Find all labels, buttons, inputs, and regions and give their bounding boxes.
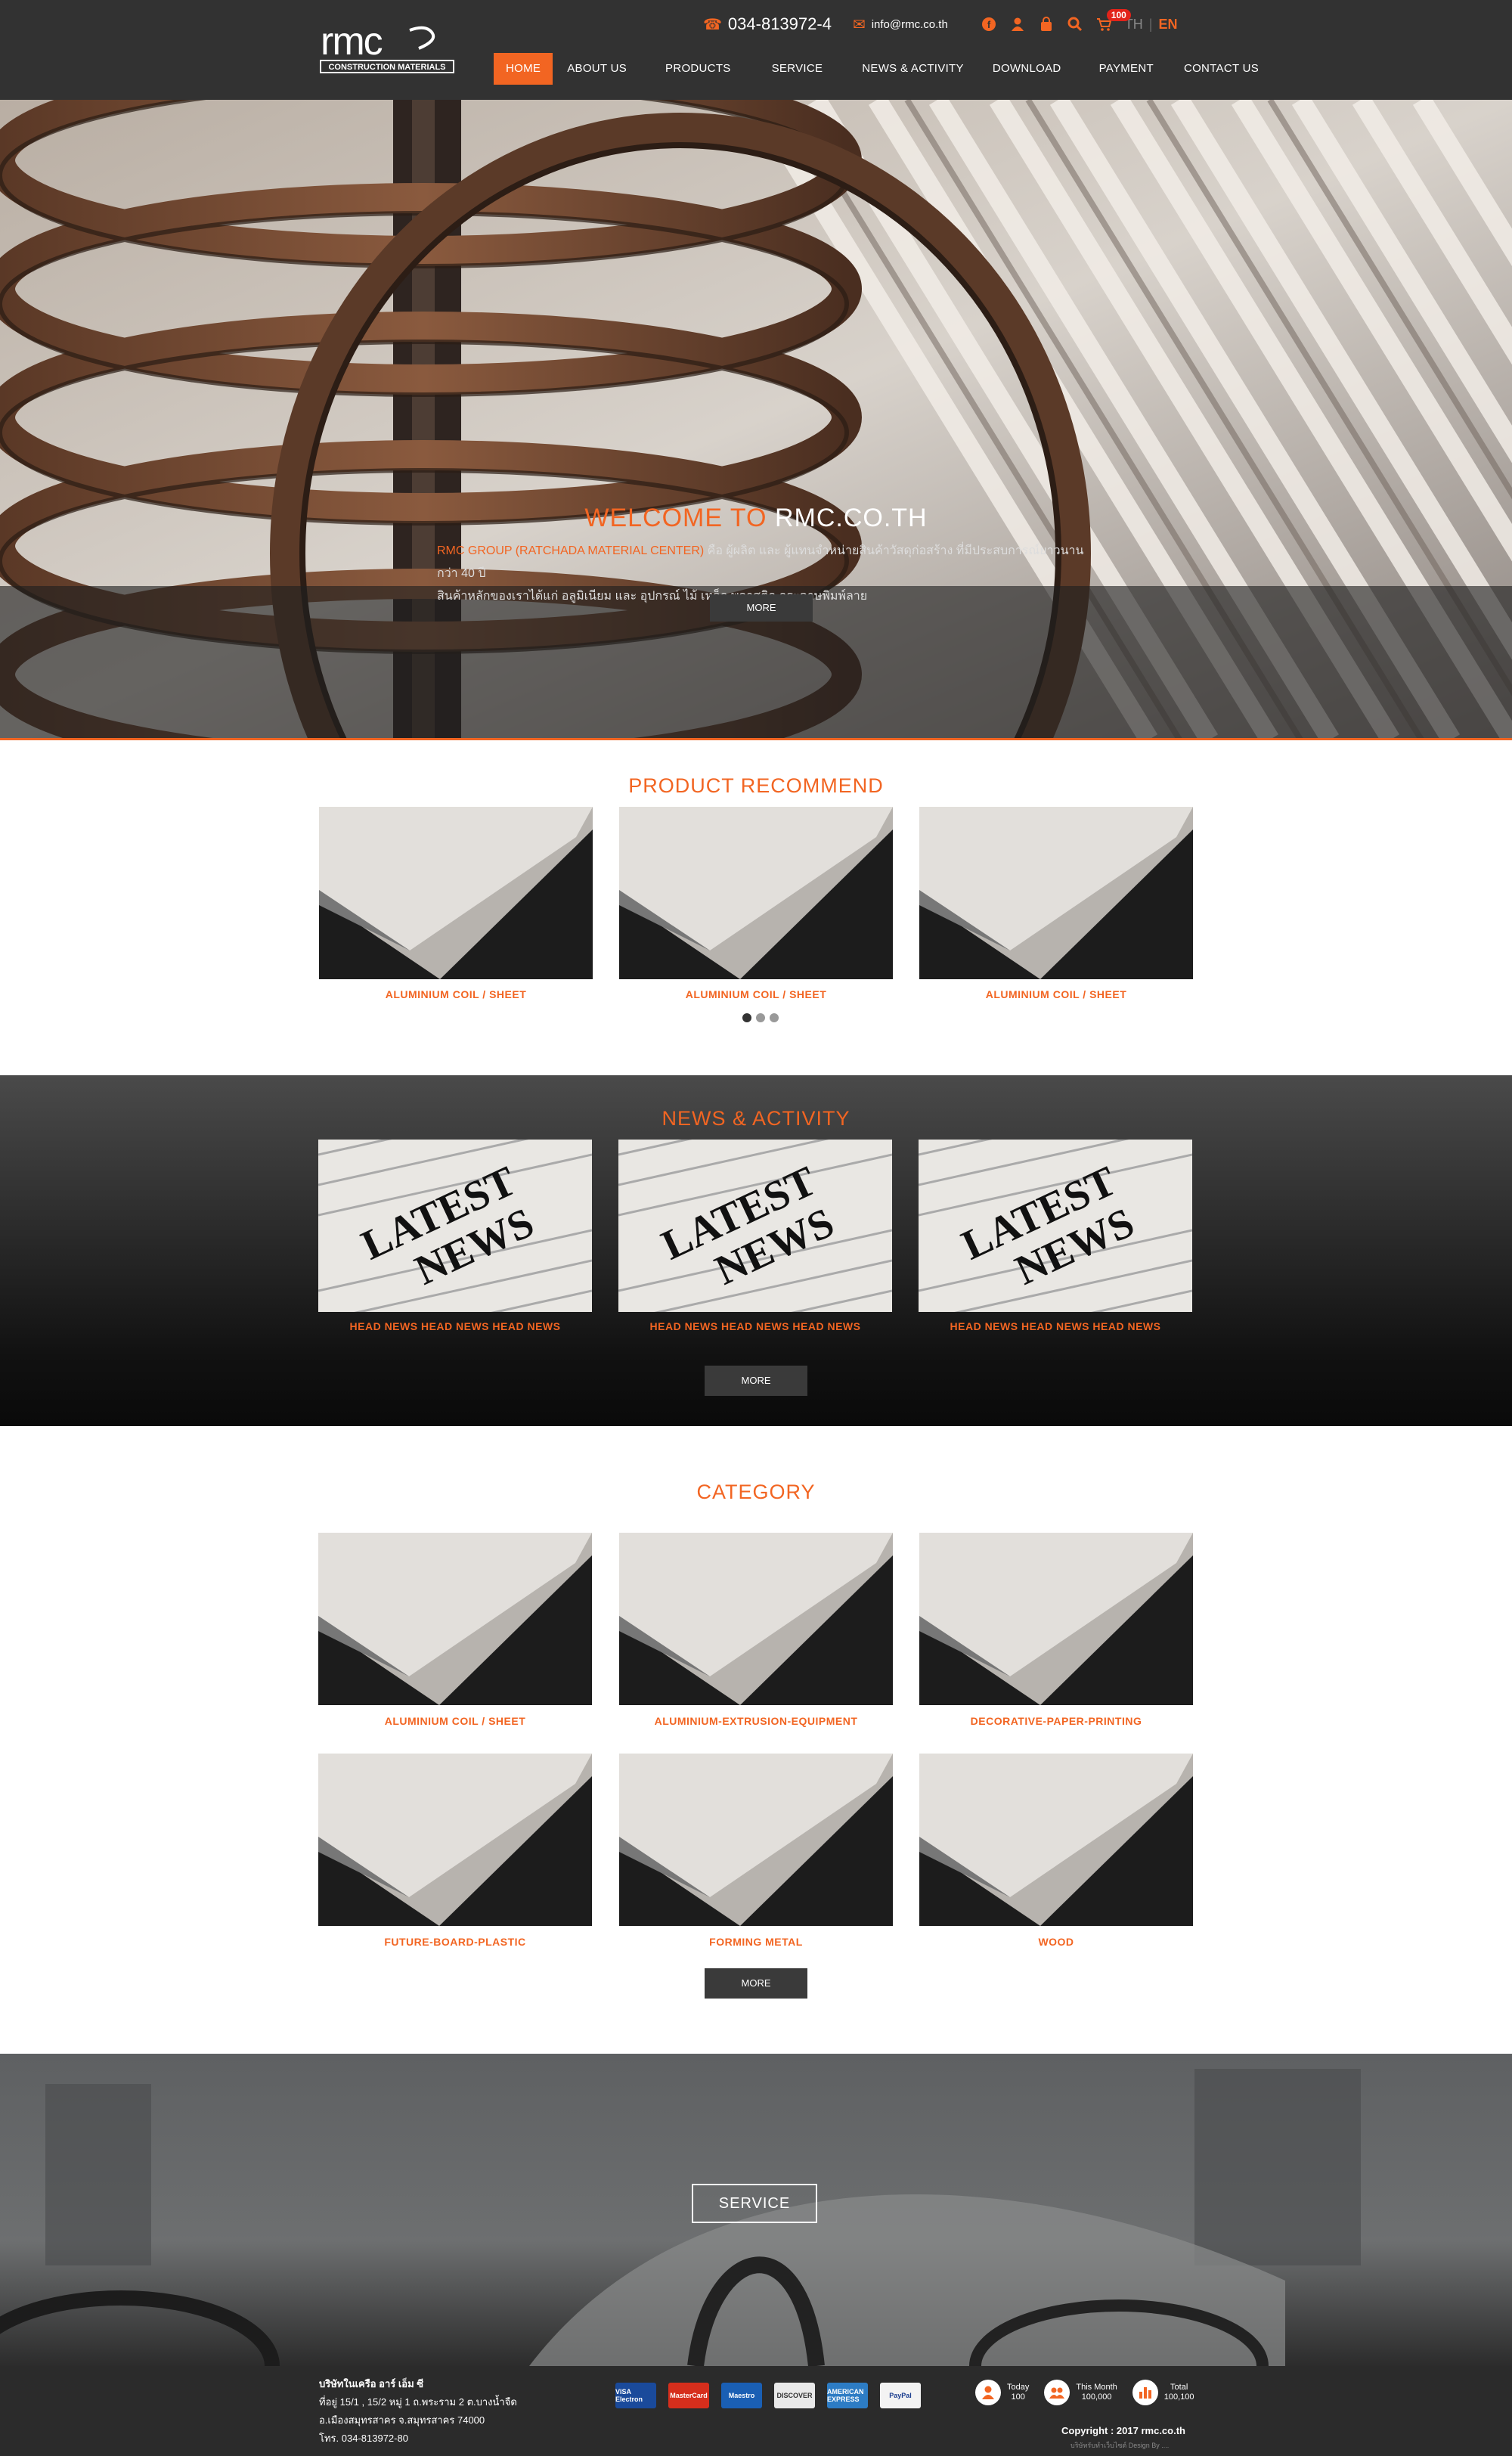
category-image-3[interactable] (919, 1533, 1193, 1705)
carousel-dots (742, 1013, 783, 1022)
footer-address-2: อ.เมืองสมุทรสาคร จ.สมุทรสาคร 74000 (319, 2414, 485, 2426)
paypal-icon: PayPal (880, 2383, 921, 2408)
nav-payment[interactable]: PAYMENT (1087, 53, 1166, 85)
category-image-4[interactable] (318, 1754, 592, 1926)
nav-contact[interactable]: CONTACT US (1172, 53, 1271, 85)
mastercard-icon: MasterCard (668, 2383, 709, 2408)
news-caption-2[interactable]: HEAD NEWS HEAD NEWS HEAD NEWS (618, 1320, 892, 1332)
bar-chart-icon (1132, 2380, 1158, 2405)
news-image-1[interactable]: LATEST NEWS (318, 1140, 592, 1312)
payment-methods: VISA Electron MasterCard Maestro DISCOVE… (615, 2383, 933, 2408)
nav-download[interactable]: DOWNLOAD (981, 53, 1074, 85)
hero-divider (0, 738, 1512, 740)
recommend-image-2[interactable] (619, 807, 893, 979)
category-caption-2[interactable]: ALUMINIUM-EXTRUSION-EQUIPMENT (619, 1715, 893, 1727)
main-nav: HOME ABOUT US PRODUCTS SERVICE NEWS & AC… (494, 53, 1274, 85)
footer-design-credit[interactable]: บริษัทรับทำเว็บไซต์ Design By .... (1070, 2440, 1169, 2451)
stat-today-value: 100 (1011, 2392, 1025, 2402)
news-caption-1[interactable]: HEAD NEWS HEAD NEWS HEAD NEWS (318, 1320, 592, 1332)
nav-products[interactable]: PRODUCTS (653, 53, 743, 85)
site-header: rmc CONSTRUCTION MATERIALS ☎ 034-813972-… (0, 0, 1512, 100)
header-email[interactable]: info@rmc.co.th (872, 18, 948, 31)
carousel-dot-3[interactable] (770, 1013, 779, 1022)
hero-title-site: RMC.CO.TH (774, 504, 928, 532)
hero-banner (0, 100, 1512, 740)
category-image-1[interactable] (318, 1533, 592, 1705)
footer-copyright: Copyright : 2017 rmc.co.th (1061, 2425, 1185, 2436)
category-title: CATEGORY (696, 1481, 816, 1503)
footer-phone: โทร. 034-813972-80 (319, 2433, 408, 2444)
user-icon[interactable] (1010, 17, 1025, 32)
discover-icon: DISCOVER (774, 2383, 815, 2408)
nav-home[interactable]: HOME (494, 53, 553, 85)
hero-title-welcome: WELCOME TO (584, 504, 767, 532)
recommend-caption-3[interactable]: ALUMINIUM COIL / SHEET (919, 988, 1193, 1000)
stat-today: Today 100 (975, 2380, 1029, 2405)
top-bar: ☎ 034-813972-4 ✉ info@rmc.co.th f 100 TH… (703, 9, 1178, 39)
category-caption-4[interactable]: FUTURE-BOARD-PLASTIC (318, 1936, 592, 1948)
visitor-stats: Today 100 This Month 100,000 Total 100,100 (975, 2380, 1210, 2405)
stat-today-label: Today (1007, 2383, 1030, 2392)
recommend-image-3[interactable] (919, 807, 1193, 979)
footer-company-name: บริษัทในเครือ อาร์ เอ็ม ซี (319, 2378, 424, 2389)
stat-month-label: This Month (1076, 2383, 1117, 2392)
service-button[interactable]: SERVICE (692, 2184, 817, 2223)
category-caption-6[interactable]: WOOD (919, 1936, 1193, 1948)
svg-text:rmc: rmc (321, 24, 383, 64)
lang-en[interactable]: EN (1158, 17, 1177, 32)
person-icon (975, 2380, 1001, 2405)
site-footer: บริษัทในเครือ อาร์ เอ็ม ซี ที่อยู่ 15/1 … (0, 2366, 1512, 2456)
news-image-2[interactable]: LATEST NEWS (618, 1140, 892, 1312)
search-icon[interactable] (1067, 17, 1083, 32)
rmc-logo[interactable]: rmc CONSTRUCTION MATERIALS (319, 20, 455, 76)
stat-total-value: 100,100 (1163, 2392, 1194, 2402)
visa-electron-icon: VISA Electron (615, 2383, 656, 2408)
hero-desc-company: RMC GROUP (RATCHADA MATERIAL CENTER) (437, 544, 705, 557)
group-icon (1044, 2380, 1070, 2405)
news-more-button[interactable]: MORE (705, 1366, 807, 1396)
mail-icon: ✉ (852, 16, 866, 33)
carousel-dot-2[interactable] (756, 1013, 765, 1022)
stat-total: Total 100,100 (1132, 2380, 1194, 2405)
category-image-5[interactable] (619, 1754, 893, 1926)
nav-news[interactable]: NEWS & ACTIVITY (850, 53, 976, 85)
category-image-6[interactable] (919, 1754, 1193, 1926)
maestro-icon: Maestro (721, 2383, 762, 2408)
recommend-caption-1[interactable]: ALUMINIUM COIL / SHEET (319, 988, 593, 1000)
category-caption-5[interactable]: FORMING METAL (619, 1936, 893, 1948)
cart-count-badge: 100 (1106, 9, 1131, 21)
header-phone[interactable]: 034-813972-4 (728, 14, 832, 34)
nav-about[interactable]: ABOUT US (555, 53, 639, 85)
language-switcher: TH | EN (1125, 17, 1178, 33)
carousel-dot-1[interactable] (742, 1013, 751, 1022)
category-more-button[interactable]: MORE (705, 1968, 807, 1999)
footer-company-info: บริษัทในเครือ อาร์ เอ็ม ซี ที่อยู่ 15/1 … (319, 2375, 517, 2448)
recommend-image-1[interactable] (319, 807, 593, 979)
stat-month-value: 100,000 (1081, 2392, 1112, 2402)
recommend-title: PRODUCT RECOMMEND (628, 774, 884, 797)
svg-text:f: f (987, 19, 991, 30)
stat-month: This Month 100,000 (1044, 2380, 1117, 2405)
cart-icon[interactable]: 100 (1096, 9, 1131, 32)
bag-icon[interactable] (1039, 17, 1054, 32)
footer-address-1: ที่อยู่ 15/1 , 15/2 หมู่ 1 ถ.พระราม 2 ต.… (319, 2396, 517, 2408)
nav-service[interactable]: SERVICE (760, 53, 835, 85)
news-image-3[interactable]: LATEST NEWS (919, 1140, 1192, 1312)
amex-icon: AMERICAN EXPRESS (827, 2383, 868, 2408)
category-caption-3[interactable]: DECORATIVE-PAPER-PRINTING (919, 1715, 1193, 1727)
news-caption-3[interactable]: HEAD NEWS HEAD NEWS HEAD NEWS (919, 1320, 1192, 1332)
recommend-caption-2[interactable]: ALUMINIUM COIL / SHEET (619, 988, 893, 1000)
stat-total-label: Total (1170, 2383, 1188, 2392)
category-caption-1[interactable]: ALUMINIUM COIL / SHEET (318, 1715, 592, 1727)
category-image-2[interactable] (619, 1533, 893, 1705)
svg-text:CONSTRUCTION MATERIALS: CONSTRUCTION MATERIALS (328, 63, 445, 72)
news-title: NEWS & ACTIVITY (662, 1107, 850, 1130)
facebook-icon[interactable]: f (981, 17, 996, 32)
lang-separator: | (1148, 16, 1153, 32)
phone-icon: ☎ (703, 16, 722, 33)
hero-title: WELCOME TO RMC.CO.TH (0, 504, 1512, 533)
hero-more-button[interactable]: MORE (710, 594, 813, 622)
